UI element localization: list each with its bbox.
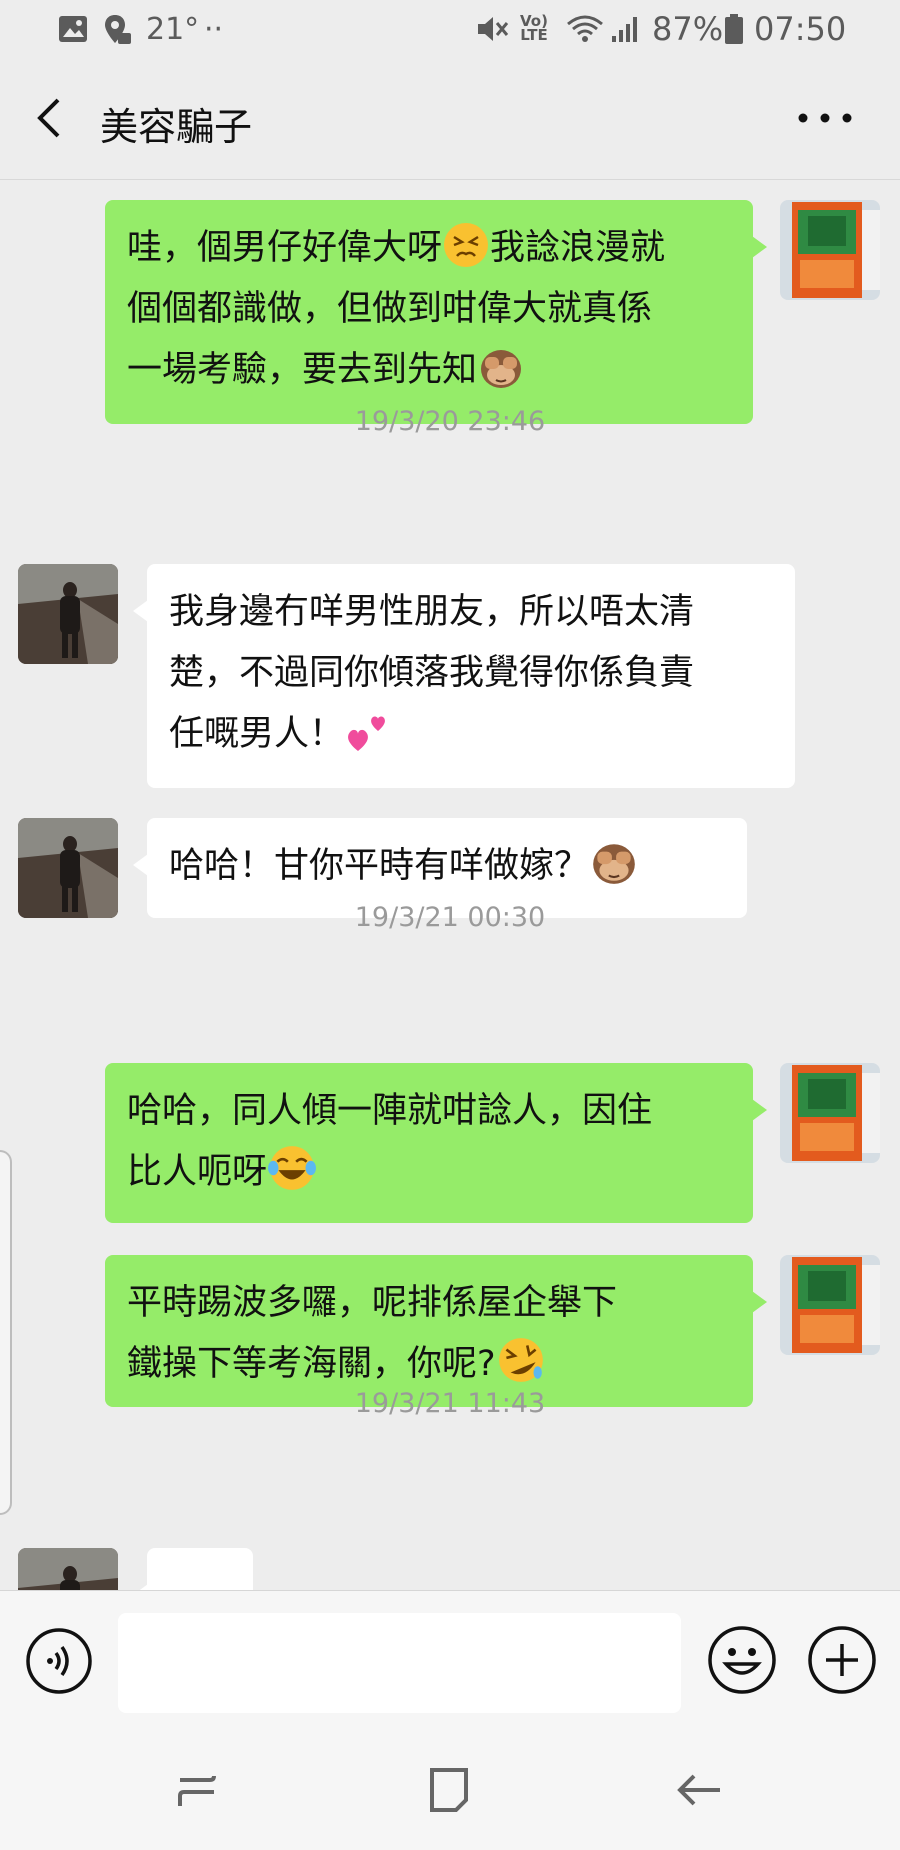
message-line: 比人呃呀: [127, 1152, 268, 1192]
message-line: 個個都識做，但做到咁偉大就真係: [127, 289, 653, 329]
bubble-tail: [752, 1291, 767, 1313]
message-text: 我身邊冇咩男性朋友，所以唔太清 楚，不過同你傾落我覺得你係負責 任嘅男人！: [169, 582, 773, 765]
mute-icon: [474, 12, 510, 46]
temperature-label: 21°: [146, 11, 200, 47]
timestamp: 19/3/21 00:30: [354, 902, 546, 933]
bubble-tail: [133, 600, 148, 622]
persevering-face-icon: [444, 223, 489, 267]
message-text: 哈哈，同人傾一陣就咁諗人，因住 比人呃呀: [127, 1081, 731, 1203]
bubble-tail: [752, 236, 767, 258]
recent-apps-button[interactable]: [170, 1762, 226, 1818]
status-bar: 21° ·· Vo) LTE 87% 07:50: [0, 0, 900, 58]
my-avatar[interactable]: [780, 200, 880, 300]
two-hearts-icon: [348, 716, 385, 751]
battery-percent: 87%: [652, 10, 724, 48]
message-bubble-received[interactable]: 我身邊冇咩男性朋友，所以唔太清 楚，不過同你傾落我覺得你係負責 任嘅男人！: [133, 564, 795, 788]
message-bubble-sent[interactable]: 平時踢波多囉，呢排係屋企舉下 鐵操下等考海關，你呢?: [105, 1255, 767, 1407]
message-line: 任嘅男人！: [169, 714, 345, 754]
message-text: 平時踢波多囉，呢排係屋企舉下 鐵操下等考海關，你呢?: [127, 1273, 731, 1395]
chevron-left-icon: [37, 98, 60, 138]
message-bubble-sent[interactable]: 哈哈，同人傾一陣就咁諗人，因住 比人呃呀: [105, 1063, 767, 1223]
message-line: 哈哈，同人傾一陣就咁諗人，因住: [127, 1091, 653, 1131]
message-line: 哇，個男仔好偉大呀: [127, 228, 443, 268]
emoji-button[interactable]: [706, 1624, 778, 1696]
message-input[interactable]: [118, 1613, 681, 1713]
timestamp: 19/3/21 11:43: [354, 1388, 546, 1419]
voice-icon: [26, 1628, 92, 1694]
input-bar: [0, 1590, 900, 1730]
back-nav-button[interactable]: [672, 1762, 728, 1818]
message-bubble-received[interactable]: ?[: [133, 1548, 253, 1590]
message-text: 哈哈！甘你平時有咩做嫁？: [169, 836, 725, 897]
wifi-icon: [566, 12, 604, 46]
chat-message-list[interactable]: 哇，個男仔好偉大呀 我諗浪漫就 個個都識做，但做到咁偉大就真係 一場考驗，要去到先…: [0, 180, 900, 1590]
message-line: 哈哈！甘你平時有咩做嫁？: [169, 846, 590, 886]
more-button[interactable]: [790, 88, 860, 148]
plus-button[interactable]: [806, 1624, 878, 1696]
gallery-icon: [58, 12, 88, 46]
see-no-evil-monkey-icon: [593, 844, 635, 884]
home-icon: [430, 1768, 468, 1812]
recent-apps-icon: [178, 1775, 216, 1806]
my-avatar[interactable]: [780, 1255, 880, 1355]
message-line: 鐵操下等考海關，你呢?: [127, 1344, 496, 1384]
contact-avatar[interactable]: [18, 1548, 118, 1590]
voice-button[interactable]: [24, 1626, 94, 1696]
system-nav-bar: [0, 1730, 900, 1850]
message-line: 楚，不過同你傾落我覺得你係負責: [169, 653, 695, 693]
my-avatar[interactable]: [780, 1063, 880, 1163]
location-icon: [102, 12, 132, 46]
message-bubble-sent[interactable]: 哇，個男仔好偉大呀 我諗浪漫就 個個都識做，但做到咁偉大就真係 一場考驗，要去到先…: [105, 200, 767, 424]
bubble-tail: [133, 854, 148, 876]
message-line: 我諗浪漫就: [490, 228, 666, 268]
battery-icon: [724, 12, 744, 46]
message-text: 哇，個男仔好偉大呀 我諗浪漫就 個個都識做，但做到咁偉大就真係 一場考驗，要去到先…: [127, 218, 731, 401]
chat-title: 美容騙子: [100, 105, 253, 149]
rolling-laughing-icon: [498, 1338, 543, 1382]
message-line: 我身邊冇咩男性朋友，所以唔太清: [169, 592, 695, 632]
contact-avatar[interactable]: [18, 564, 118, 664]
signal-icon: [610, 12, 642, 46]
back-button[interactable]: [22, 88, 82, 148]
timestamp: 19/3/20 23:46: [354, 406, 546, 437]
message-text: ?[: [169, 1578, 231, 1590]
emoji-face-icon: [708, 1626, 776, 1694]
bubble-tail: [752, 1099, 767, 1121]
clock: 07:50: [754, 10, 847, 48]
see-no-evil-monkey-icon: [481, 350, 522, 388]
back-arrow-icon: [677, 1774, 720, 1806]
tears-of-joy-icon: [268, 1146, 316, 1190]
plus-icon: [808, 1626, 876, 1694]
home-button[interactable]: [422, 1762, 478, 1818]
chat-header: 美容騙子: [0, 58, 900, 180]
more-notifications-label: ··: [204, 11, 224, 47]
edge-panel-handle[interactable]: [0, 1150, 12, 1515]
message-line: 一場考驗，要去到先知: [127, 350, 478, 390]
volte-label: Vo) LTE: [520, 12, 548, 44]
message-line: 平時踢波多囉，呢排係屋企舉下: [127, 1283, 618, 1323]
more-dots-icon: [798, 113, 852, 123]
